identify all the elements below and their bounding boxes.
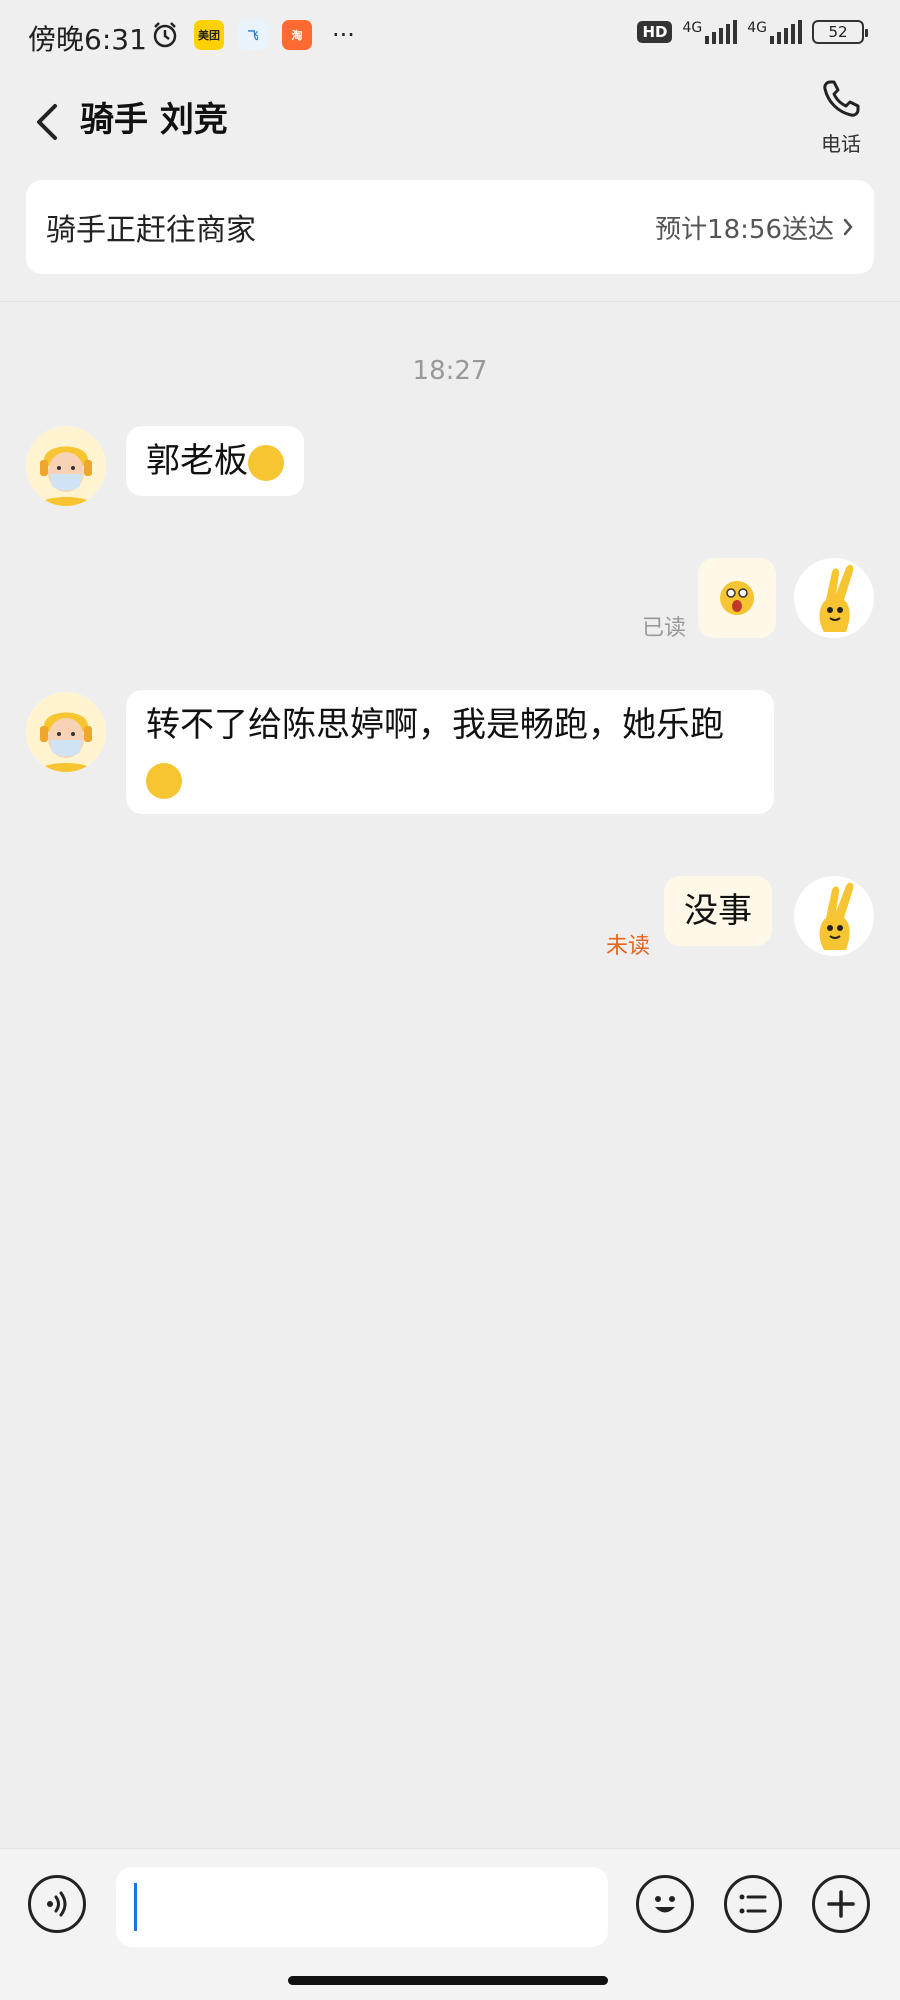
chat-title: 骑手 刘竞 (80, 100, 228, 140)
feizhu-app-icon: 飞 (238, 20, 268, 50)
message-bubble[interactable]: 郭老板 (126, 426, 304, 496)
signal-bars-icon (705, 20, 738, 44)
delivery-area: 骑手正赶往商家 预计18:56送达 (0, 176, 900, 302)
phone-icon (823, 80, 860, 117)
phone-label: 电话 (821, 132, 861, 156)
my-avatar[interactable] (794, 558, 874, 638)
plus-icon (827, 1890, 855, 1918)
status-time: 傍晚6:31 (28, 23, 147, 56)
message-input[interactable] (116, 1867, 608, 1947)
rider-avatar-icon (26, 692, 106, 772)
status-bar: 傍晚6:31 美团 飞 淘 ··· HD 4G 4G 52 (0, 0, 900, 76)
status-right: HD 4G 4G 52 (637, 20, 868, 44)
quick-reply-button[interactable] (724, 1875, 782, 1933)
unread-status: 未读 (606, 934, 651, 959)
delivery-eta-text: 预计18:56送达 (655, 214, 834, 245)
chevron-left-icon (37, 104, 57, 140)
text-cursor (134, 1883, 137, 1931)
chat-header: 骑手 刘竞 电话 (0, 76, 900, 176)
battery-icon: 52 (812, 20, 868, 44)
signal-2: 4G (747, 20, 802, 44)
rider-avatar[interactable] (26, 426, 106, 506)
emoji-button[interactable] (636, 1875, 694, 1933)
signal-bars-icon (770, 20, 802, 44)
read-status: 已读 (642, 616, 687, 641)
hd-badge: HD (637, 21, 673, 43)
home-indicator[interactable] (288, 1976, 608, 1985)
signal-1: 4G (682, 20, 738, 44)
emoji-shush-icon (146, 762, 182, 799)
delivery-status-text: 骑手正赶往商家 (46, 213, 256, 248)
meituan-app-icon: 美团 (194, 20, 224, 50)
phone-call-button[interactable]: 电话 (806, 76, 876, 166)
network-label-1: 4G (682, 20, 703, 36)
my-avatar[interactable] (794, 876, 874, 956)
message-text: 转不了给陈思婷啊，我是畅跑，她乐跑 (146, 705, 724, 745)
emoji-yawn-icon (248, 444, 284, 481)
chevron-right-icon (843, 218, 853, 236)
back-button[interactable] (22, 92, 72, 152)
smiley-icon (655, 1896, 675, 1913)
taobao-app-icon: 淘 (282, 20, 312, 50)
message-text: 郭老板 (146, 441, 248, 481)
message-bubble[interactable]: 转不了给陈思婷啊，我是畅跑，她乐跑 (126, 690, 774, 814)
input-bar (0, 1848, 900, 1960)
voice-input-button[interactable] (28, 1875, 86, 1933)
emoji-shocked-icon (720, 581, 754, 615)
message-text: 没事 (684, 891, 752, 931)
more-options-button[interactable] (812, 1875, 870, 1933)
delivery-status-card[interactable]: 骑手正赶往商家 预计18:56送达 (26, 180, 874, 274)
network-label-2: 4G (747, 20, 767, 36)
alarm-icon (153, 22, 177, 48)
chat-timestamp: 18:27 (412, 356, 488, 386)
delivery-eta: 预计18:56送达 (655, 209, 854, 246)
hand-mascot-icon (794, 876, 874, 956)
rider-avatar-icon (26, 426, 106, 506)
rider-avatar[interactable] (26, 692, 106, 772)
list-icon (739, 1894, 767, 1914)
voice-icon (47, 1891, 67, 1917)
sticker-message-bubble[interactable] (698, 558, 776, 638)
status-notification-icons: 美团 飞 淘 ··· (150, 20, 355, 50)
message-bubble[interactable]: 没事 (664, 876, 772, 946)
more-notifications-icon: ··· (332, 21, 355, 49)
hand-mascot-icon (794, 558, 874, 638)
